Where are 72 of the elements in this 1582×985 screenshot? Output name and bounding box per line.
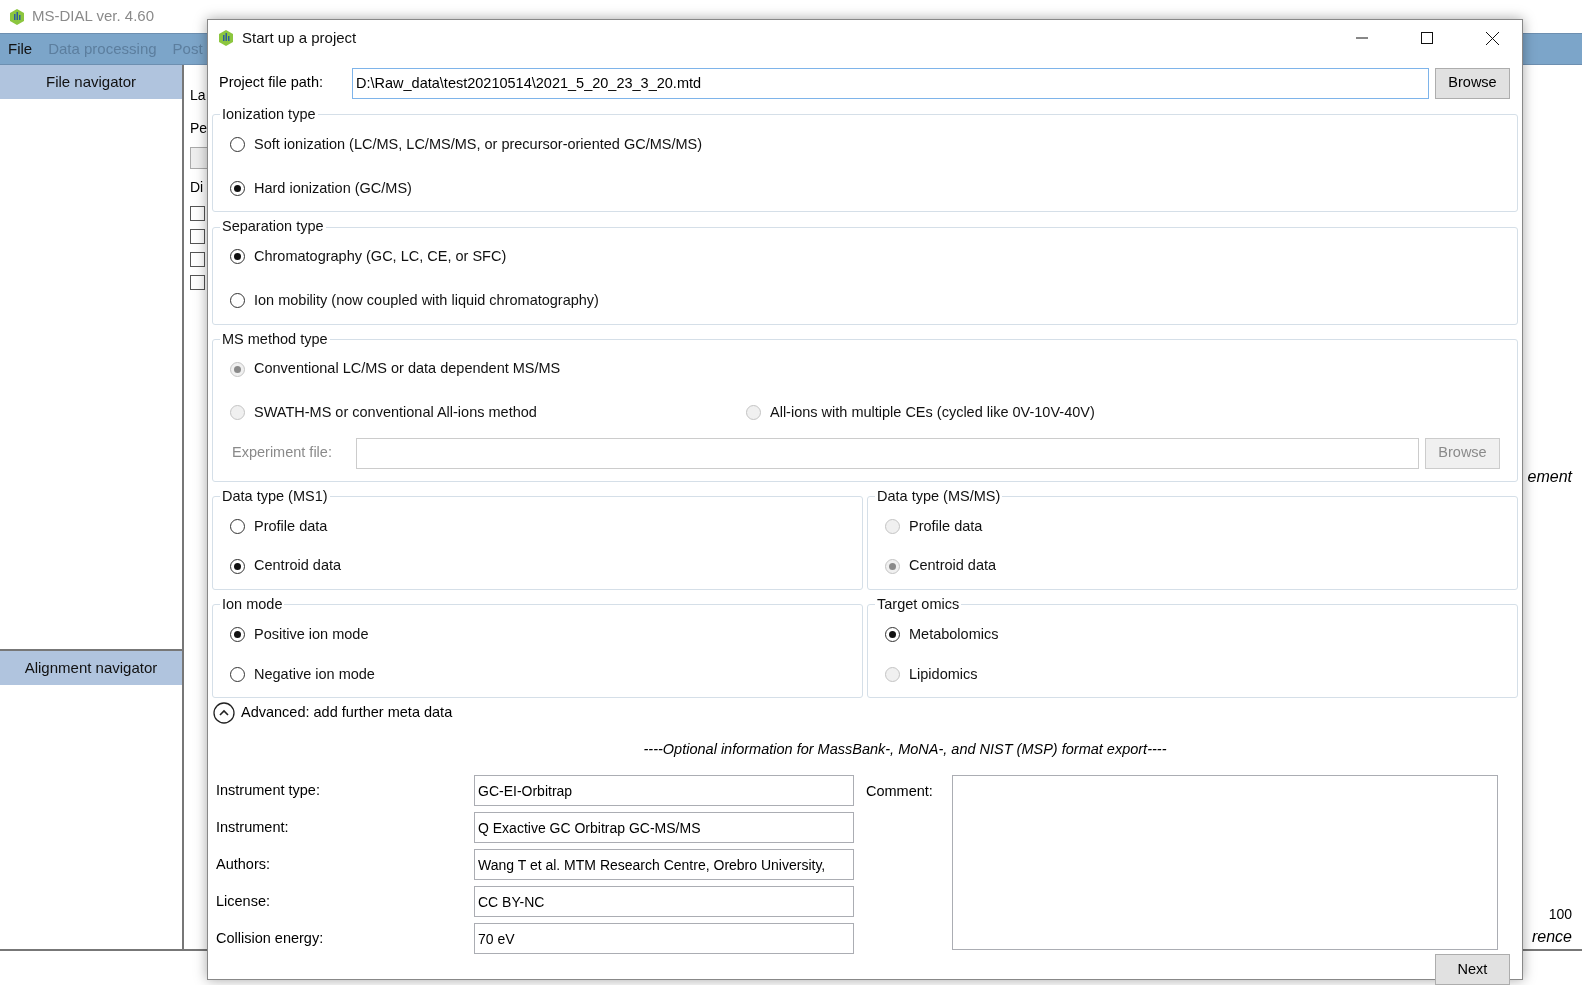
group-title: Data type (MS/MS) xyxy=(876,486,1002,506)
input-field[interactable] xyxy=(190,147,210,169)
radio-label: Centroid data xyxy=(254,556,342,576)
field-label: Instrument type: xyxy=(216,780,321,800)
navigator-header[interactable]: File navigator xyxy=(0,65,182,99)
axis-tick-label: 100 xyxy=(1548,905,1572,924)
dialog-title: Start up a project xyxy=(242,27,358,48)
metadata-field[interactable]: Q Exactive GC Orbitrap GC-MS/MS xyxy=(474,812,854,843)
expander-icon[interactable] xyxy=(213,702,235,725)
field-label: Collision energy: xyxy=(216,928,325,948)
menu-item[interactable]: File xyxy=(8,37,33,61)
group-title: Ion mode xyxy=(221,595,284,614)
window-title: MS-DIAL ver. 4.60 xyxy=(32,6,154,27)
panel-label: Pe xyxy=(190,119,209,138)
radio-button[interactable] xyxy=(230,558,245,574)
radio-label: Profile data xyxy=(909,516,983,536)
checkbox[interactable] xyxy=(190,275,205,290)
panel-label: La xyxy=(190,86,207,105)
group-title: Target omics xyxy=(876,595,961,614)
metadata-field[interactable]: CC BY-NC xyxy=(474,886,854,917)
radio-button[interactable] xyxy=(230,137,245,153)
radio-label: Chromatography (GC, LC, CE, or SFC) xyxy=(254,247,507,266)
radio-label: Lipidomics xyxy=(909,664,978,684)
radio-label: Ion mobility (now coupled with liquid chromatography) xyxy=(254,290,599,310)
field-label: Experiment file: xyxy=(232,443,333,463)
group-title: MS method type xyxy=(221,329,329,349)
browse-button[interactable]: Browse xyxy=(1435,67,1510,99)
metadata-field[interactable]: 70 eV xyxy=(474,923,854,954)
radio-button[interactable] xyxy=(230,180,245,196)
metadata-field[interactable]: GC-EI-Orbitrap xyxy=(474,775,854,806)
app-logo-icon xyxy=(8,7,26,26)
radio-button[interactable] xyxy=(230,666,245,682)
field-label: Comment: xyxy=(866,782,934,801)
group-title: Separation type xyxy=(221,217,325,237)
comment-field[interactable] xyxy=(952,775,1498,950)
radio-label: Profile data xyxy=(254,516,328,536)
radio-button[interactable] xyxy=(885,627,900,643)
field-label: License: xyxy=(216,891,271,911)
field-label: Authors: xyxy=(216,854,271,874)
radio-label: SWATH-MS or conventional All-ions method xyxy=(254,403,537,422)
radio-label: All-ions with multiple CEs (cycled like 0V-10V-40V) xyxy=(770,403,1095,422)
group-title: Data type (MS1) xyxy=(221,486,329,506)
radio-label: Metabolomics xyxy=(909,624,999,644)
close-icon[interactable] xyxy=(1486,31,1499,45)
radio-label: Hard ionization (GC/MS) xyxy=(254,178,412,198)
path-field[interactable]: D:\Raw_data\test20210514\2021_5_20_23_3_20.mtd xyxy=(352,67,1429,99)
navigator-header[interactable]: Alignment navigator xyxy=(0,649,182,685)
radio-label: Conventional LC/MS or data dependent MS/MS xyxy=(254,359,561,379)
radio-label: Centroid data xyxy=(909,556,997,576)
panel-label: Di xyxy=(190,178,205,197)
checkbox[interactable] xyxy=(190,229,205,244)
checkbox[interactable] xyxy=(190,252,205,267)
next-button[interactable]: Next xyxy=(1435,954,1510,985)
experiment-file-field[interactable] xyxy=(356,437,1419,469)
section-heading: ----Optional information for MassBank-, MoNA-, and NIST (MSP) format export---- xyxy=(642,740,1168,760)
expander-label[interactable]: Advanced: add further meta data xyxy=(241,702,453,725)
axis-title: rence xyxy=(1531,927,1572,947)
radio-button[interactable] xyxy=(230,293,245,309)
metadata-field[interactable]: Wang T et al. MTM Research Centre, Orebro University, xyxy=(474,849,854,880)
maximize-icon[interactable] xyxy=(1421,32,1433,44)
radio-label: Negative ion mode xyxy=(254,664,375,684)
radio-button[interactable] xyxy=(230,249,245,265)
group-title: Ionization type xyxy=(221,105,317,124)
field-label: Instrument: xyxy=(216,817,290,837)
radio-button[interactable] xyxy=(230,518,245,534)
axis-title: ement xyxy=(1527,467,1572,487)
field-label: Project file path: xyxy=(219,73,324,93)
radio-label: Positive ion mode xyxy=(254,624,369,644)
radio-label: Soft ionization (LC/MS, LC/MS/MS, or precursor-oriented GC/MS/MS) xyxy=(254,134,703,154)
checkbox[interactable] xyxy=(190,206,205,221)
app-logo-icon xyxy=(217,29,235,47)
radio-button[interactable] xyxy=(230,627,245,643)
